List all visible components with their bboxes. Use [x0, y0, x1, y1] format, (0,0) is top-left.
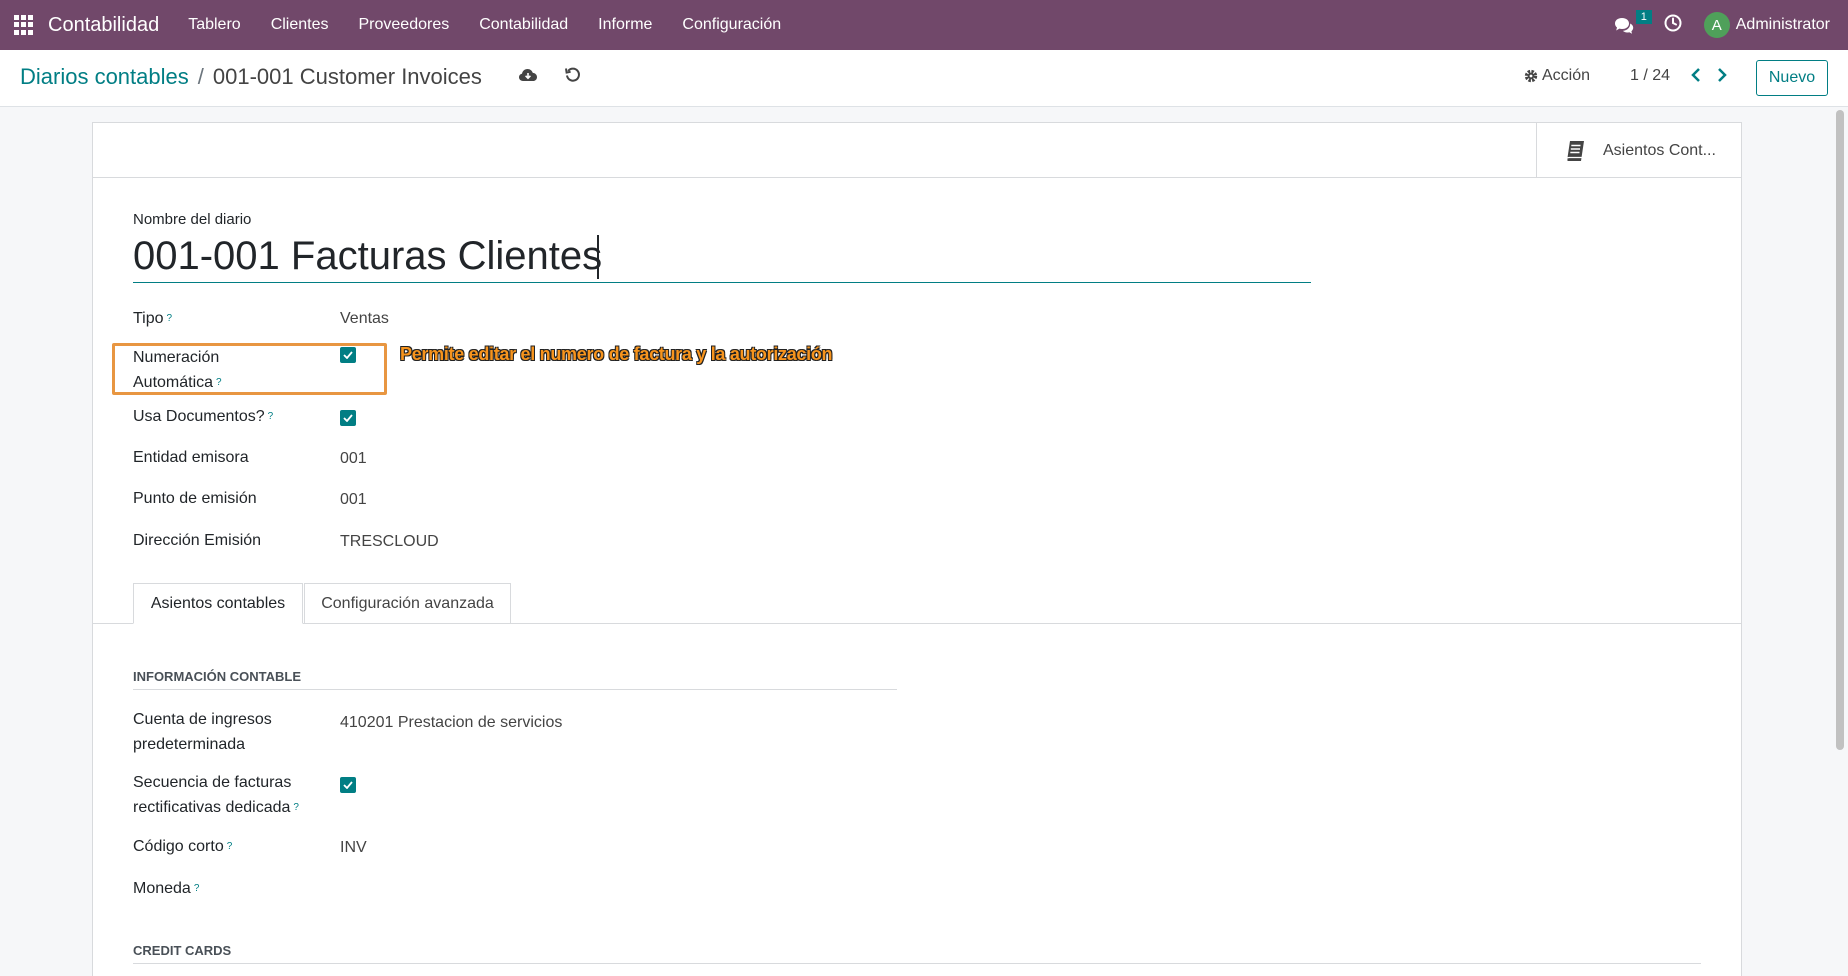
chat-count-badge: 1 — [1635, 10, 1652, 24]
tab-configuracion-avanzada[interactable]: Configuración avanzada — [304, 583, 511, 624]
check-icon — [343, 414, 353, 422]
help-icon[interactable]: ? — [227, 841, 233, 852]
discard-undo-icon[interactable] — [564, 66, 582, 89]
direccion-emision-value[interactable]: TRESCLOUD — [340, 533, 439, 551]
new-button[interactable]: Nuevo — [1756, 60, 1828, 96]
section-informacion-contable: INFORMACIÓN CONTABLE — [133, 669, 302, 684]
check-icon — [343, 781, 353, 789]
save-cloud-icon[interactable] — [518, 67, 538, 88]
section-divider — [133, 963, 1701, 964]
apps-menu-icon[interactable] — [14, 15, 34, 35]
entidad-emisora-value[interactable]: 001 — [340, 450, 367, 468]
button-box: Asientos Cont... — [93, 123, 1741, 178]
journal-entries-smart-button[interactable]: Asientos Cont... — [1536, 123, 1741, 178]
section-credit-cards: CREDIT CARDS — [133, 943, 232, 958]
breadcrumb: Diarios contables / 001-001 Customer Inv… — [20, 64, 482, 90]
direccion-emision-label: Dirección Emisión — [133, 532, 262, 549]
messaging-button[interactable]: 1 — [1614, 10, 1652, 36]
menu-contabilidad[interactable]: Contabilidad — [464, 0, 583, 50]
smart-button-label: Asientos Cont... — [1603, 141, 1716, 159]
currency-label: Moneda? — [133, 880, 200, 897]
punto-emision-label: Punto de emisión — [133, 490, 257, 507]
avatar[interactable]: A — [1703, 12, 1730, 38]
pager-value[interactable]: 1 / 24 — [1630, 67, 1670, 85]
usa-documentos-label: Usa Documentos?? — [133, 408, 274, 425]
gear-icon — [1524, 69, 1538, 83]
section-divider — [133, 689, 897, 690]
help-icon[interactable]: ? — [293, 802, 299, 813]
tab-asientos-contables[interactable]: Asientos contables — [133, 583, 303, 624]
breadcrumb-parent[interactable]: Diarios contables — [20, 64, 189, 90]
control-panel: Diarios contables / 001-001 Customer Inv… — [0, 50, 1848, 107]
help-icon[interactable]: ? — [194, 883, 200, 894]
action-label: Acción — [1542, 67, 1591, 84]
highlight-frame — [112, 343, 387, 395]
text-caret — [597, 235, 599, 279]
chat-icon — [1614, 18, 1633, 34]
income-account-label: Cuenta de ingresos predeterminada — [133, 711, 272, 753]
short-code-value[interactable]: INV — [340, 839, 367, 857]
menu-informe[interactable]: Informe — [583, 0, 667, 50]
user-menu[interactable]: Administrator — [1736, 16, 1830, 34]
menu-configuracion[interactable]: Configuración — [667, 0, 796, 50]
chevron-right-icon[interactable] — [1716, 67, 1728, 88]
breadcrumb-current: 001-001 Customer Invoices — [212, 64, 482, 89]
usa-documentos-checkbox[interactable] — [340, 410, 356, 426]
app-name[interactable]: Contabilidad — [48, 14, 159, 37]
action-dropdown-button[interactable]: Acción — [1524, 67, 1590, 85]
top-navbar: Contabilidad Tablero Clientes Proveedore… — [0, 0, 1848, 50]
short-code-label: Código corto? — [133, 838, 233, 855]
menu-tablero[interactable]: Tablero — [173, 0, 255, 50]
activity-clock-icon[interactable] — [1664, 14, 1682, 37]
annotation-text: Permite editar el numero de factura y la… — [400, 344, 833, 364]
entidad-emisora-label: Entidad emisora — [133, 449, 249, 466]
refund-sequence-label: Secuencia de facturas rectificativas ded… — [133, 774, 299, 816]
punto-emision-value[interactable]: 001 — [340, 491, 367, 509]
scrollbar-thumb[interactable] — [1836, 110, 1844, 750]
menu-clientes[interactable]: Clientes — [256, 0, 344, 50]
tipo-value[interactable]: Ventas — [340, 310, 389, 328]
chevron-left-icon[interactable] — [1690, 67, 1702, 88]
help-icon[interactable]: ? — [167, 313, 173, 324]
breadcrumb-separator: / — [197, 64, 204, 89]
income-account-value[interactable]: 410201 Prestacion de servicios — [340, 714, 562, 732]
journal-name-input[interactable] — [133, 231, 1311, 283]
book-icon — [1565, 140, 1584, 161]
tipo-label: Tipo? — [133, 310, 173, 327]
help-icon[interactable]: ? — [268, 411, 274, 422]
journal-name-caption: Nombre del diario — [133, 211, 252, 228]
menu-proveedores[interactable]: Proveedores — [344, 0, 465, 50]
refund-sequence-checkbox[interactable] — [340, 777, 356, 793]
form-sheet: Asientos Cont... Nombre del diario Tipo?… — [92, 122, 1742, 976]
